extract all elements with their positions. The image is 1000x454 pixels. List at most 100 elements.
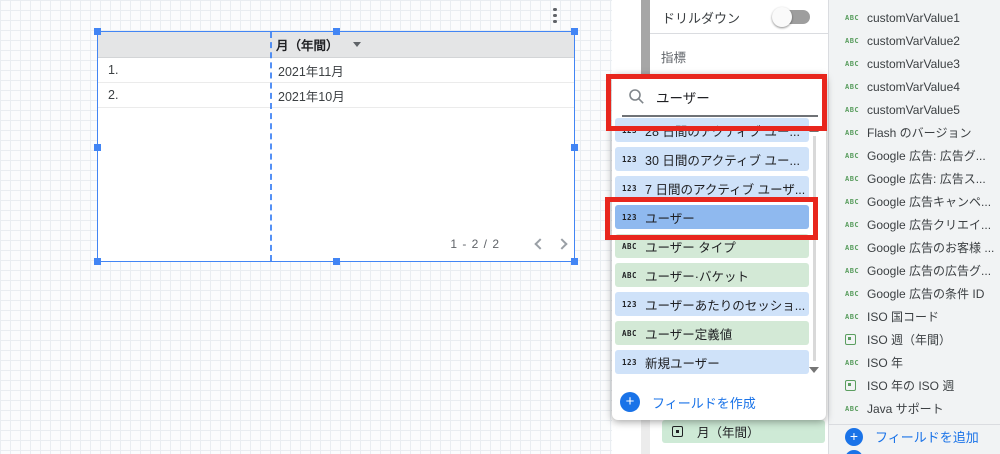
field-type-icon: ABC — [845, 404, 860, 413]
available-field-item[interactable]: ABC customVarValue4 — [829, 75, 1000, 98]
field-option-label: 7 日間のアクティブ ユーザ... — [645, 182, 806, 197]
resize-handle[interactable] — [94, 258, 101, 265]
available-fields-panel: ABC customVarValue1 ABC customVarValue2 … — [828, 0, 1000, 454]
available-field-item[interactable]: ABC ISO 国コード — [829, 305, 1000, 328]
row-value: 2021年10月 — [278, 89, 345, 104]
field-type-icon: 123 — [622, 154, 638, 164]
table-header-label: 月（年間） — [276, 39, 339, 53]
available-field-item[interactable]: ABC customVarValue1 — [829, 6, 1000, 29]
drilldown-toggle[interactable] — [772, 7, 810, 27]
create-field-button[interactable]: + フィールドを作成 — [620, 392, 756, 412]
field-type-icon: ABC — [845, 13, 860, 22]
field-type-icon: ABC — [845, 220, 860, 229]
available-field-item[interactable]: ABC Google 広告クリエイ... — [829, 213, 1000, 236]
table-row: 1. 2021年11月 — [98, 58, 574, 83]
resize-handle[interactable] — [571, 258, 578, 265]
field-option[interactable]: 123 ユーザーあたりのセッショ... — [615, 292, 809, 316]
sort-caret-icon[interactable] — [352, 42, 361, 47]
divider — [829, 424, 1000, 425]
add-field-label: フィールドを追加 — [875, 430, 979, 445]
row-index: 2. — [108, 88, 119, 102]
available-field-label: customVarValue3 — [867, 56, 960, 71]
field-type-icon: ABC — [622, 328, 638, 338]
available-field-item[interactable]: ABC Google 広告: 広告ス... — [829, 167, 1000, 190]
available-field-item[interactable]: ABC Google 広告: 広告グ... — [829, 144, 1000, 167]
scroll-up-arrow-icon[interactable] — [809, 126, 819, 132]
field-option-label: ユーザー·バケット — [645, 269, 749, 284]
field-option[interactable]: ABC ユーザー·バケット — [615, 263, 809, 287]
field-option[interactable]: 123 30 日間のアクティブ ユー... — [615, 147, 809, 171]
field-option[interactable]: 123 28 日間のアクティブ ユー... — [615, 118, 809, 142]
field-type-icon: ABC — [845, 59, 860, 68]
available-field-label: Google 広告の条件 ID — [867, 287, 985, 301]
field-option[interactable]: 123 7 日間のアクティブ ユーザ... — [615, 176, 809, 200]
field-type-icon: ABC — [845, 312, 860, 321]
available-field-label: Google 広告の広告グ... — [867, 264, 992, 278]
field-type-icon: ABC — [845, 174, 860, 183]
field-type-icon: ABC — [845, 358, 860, 367]
add-parameter-button-partial[interactable] — [845, 450, 863, 454]
field-search-box[interactable]: ユーザー — [622, 74, 818, 117]
table-body: 1. 2021年11月 2. 2021年10月 — [98, 58, 574, 108]
available-field-label: Google 広告クリエイ... — [867, 218, 992, 232]
available-field-item[interactable]: ABC Google 広告のお客様 ... — [829, 236, 1000, 259]
available-field-label: customVarValue5 — [867, 102, 960, 117]
field-type-icon — [845, 380, 856, 391]
calendar-icon — [672, 426, 683, 437]
field-option[interactable]: ABC ユーザー定義値 — [615, 321, 809, 345]
available-field-label: Google 広告: 広告グ... — [867, 149, 986, 163]
available-field-label: Java サポート — [867, 402, 944, 416]
plus-icon: + — [845, 427, 863, 446]
available-field-item[interactable]: ABC customVarValue5 — [829, 98, 1000, 121]
resize-handle[interactable] — [94, 28, 101, 35]
available-field-label: ISO 国コード — [867, 310, 940, 324]
metrics-section-label: 指標 — [661, 51, 687, 65]
popup-scrollbar-thumb[interactable] — [813, 136, 816, 361]
field-option-label: 30 日間のアクティブ ユー... — [645, 153, 800, 168]
field-option[interactable]: ABC ユーザー タイプ — [615, 234, 809, 258]
next-page-chevron-icon[interactable] — [556, 238, 568, 250]
field-type-icon: 123 — [622, 212, 638, 222]
available-field-label: ISO 年の ISO 週 — [867, 379, 955, 393]
available-field-label: Google 広告キャンペ... — [867, 195, 992, 209]
field-type-icon: ABC — [845, 82, 860, 91]
field-option-label: ユーザー — [645, 211, 695, 226]
available-field-item[interactable]: ISO 年の ISO 週 — [829, 374, 1000, 397]
looker-studio-screen: 月（年間） 1. 2021年11月 2. 2021年10月 1 - 2 / 2 — [0, 0, 1000, 454]
field-option-label: 新規ユーザー — [645, 356, 720, 371]
available-field-item[interactable]: ABC Java サポート — [829, 397, 1000, 420]
table-options-kebab-icon[interactable] — [549, 5, 561, 25]
divider — [650, 33, 828, 34]
field-type-icon: 123 — [622, 357, 638, 367]
scroll-down-arrow-icon[interactable] — [809, 367, 819, 373]
available-field-item[interactable]: ABC customVarValue2 — [829, 29, 1000, 52]
field-type-icon: ABC — [845, 105, 860, 114]
field-option[interactable]: 123 ユーザー — [615, 205, 809, 229]
resize-handle[interactable] — [94, 144, 101, 151]
field-type-icon: ABC — [845, 128, 860, 137]
table-chart-widget[interactable]: 月（年間） 1. 2021年11月 2. 2021年10月 1 - 2 / 2 — [94, 28, 578, 265]
available-field-item[interactable]: ABC customVarValue3 — [829, 52, 1000, 75]
available-field-item[interactable]: ABC Google 広告の広告グ... — [829, 259, 1000, 282]
dimension-chip-label: 月（年間） — [697, 426, 760, 440]
field-option[interactable]: 123 新規ユーザー — [615, 350, 809, 374]
report-canvas[interactable]: 月（年間） 1. 2021年11月 2. 2021年10月 1 - 2 / 2 — [0, 0, 612, 454]
add-field-button[interactable]: + フィールドを追加 — [845, 427, 979, 446]
available-field-item[interactable]: ABC ISO 年 — [829, 351, 1000, 374]
field-type-icon: ABC — [845, 243, 860, 252]
resize-handle[interactable] — [333, 28, 340, 35]
row-index: 1. — [108, 63, 119, 77]
available-field-item[interactable]: ABC Google 広告の条件 ID — [829, 282, 1000, 305]
available-field-item[interactable]: ABC Flash のバージョン — [829, 121, 1000, 144]
available-field-item[interactable]: ISO 週（年間） — [829, 328, 1000, 351]
available-field-label: ISO 年 — [867, 356, 904, 370]
table-header-row[interactable]: 月（年間） — [98, 32, 574, 58]
resize-handle[interactable] — [571, 28, 578, 35]
search-input[interactable]: ユーザー — [656, 87, 710, 107]
prev-page-chevron-icon[interactable] — [534, 238, 546, 250]
resize-handle[interactable] — [333, 258, 340, 265]
dimension-chip-month[interactable]: 月（年間） — [662, 420, 825, 443]
field-option-label: 28 日間のアクティブ ユー... — [645, 124, 800, 139]
available-field-item[interactable]: ABC Google 広告キャンペ... — [829, 190, 1000, 213]
resize-handle[interactable] — [571, 144, 578, 151]
